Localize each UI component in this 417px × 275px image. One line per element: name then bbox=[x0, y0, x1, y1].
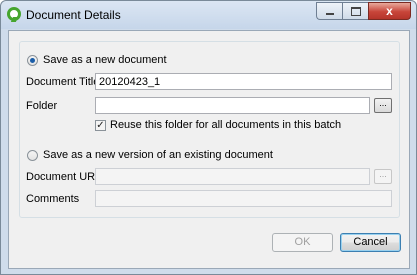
comments-input[interactable] bbox=[95, 190, 392, 207]
new-version-radio-indicator[interactable] bbox=[27, 150, 38, 161]
maximize-icon bbox=[350, 6, 361, 16]
folder-label: Folder bbox=[26, 100, 58, 112]
close-button[interactable]: x bbox=[368, 2, 411, 20]
document-title-input[interactable] bbox=[95, 73, 392, 90]
dialog-client-area: Save as a new document Document Title Fo… bbox=[8, 30, 410, 269]
minimize-button[interactable] bbox=[316, 2, 342, 20]
new-document-radio-indicator[interactable] bbox=[27, 55, 38, 66]
folder-browse-button[interactable]: ... bbox=[374, 98, 392, 113]
reuse-folder-label[interactable]: Reuse this folder for all documents in t… bbox=[110, 119, 341, 131]
close-icon: x bbox=[386, 4, 393, 18]
ok-button[interactable]: OK bbox=[272, 233, 333, 252]
window-title: Document Details bbox=[26, 8, 121, 22]
comments-label: Comments bbox=[26, 193, 80, 205]
reuse-folder-checkbox[interactable]: ✓ bbox=[95, 120, 106, 131]
document-url-input[interactable] bbox=[95, 168, 370, 185]
minimize-icon bbox=[325, 12, 334, 15]
document-url-browse-button[interactable]: ... bbox=[374, 169, 392, 184]
new-version-radio-label[interactable]: Save as a new version of an existing doc… bbox=[43, 149, 273, 161]
new-document-radio-label[interactable]: Save as a new document bbox=[43, 54, 167, 66]
folder-input[interactable] bbox=[95, 97, 370, 114]
title-bar[interactable]: Document Details x bbox=[1, 1, 416, 29]
document-url-label: Document URL bbox=[26, 171, 102, 183]
caption-buttons: x bbox=[316, 2, 411, 21]
options-group: Save as a new document Document Title Fo… bbox=[19, 41, 400, 218]
cancel-button[interactable]: Cancel bbox=[340, 233, 401, 252]
app-logo-icon bbox=[7, 7, 21, 21]
maximize-button[interactable] bbox=[342, 2, 368, 20]
document-details-dialog: Document Details x Save as a new documen… bbox=[0, 0, 417, 275]
document-title-label: Document Title bbox=[26, 76, 100, 88]
